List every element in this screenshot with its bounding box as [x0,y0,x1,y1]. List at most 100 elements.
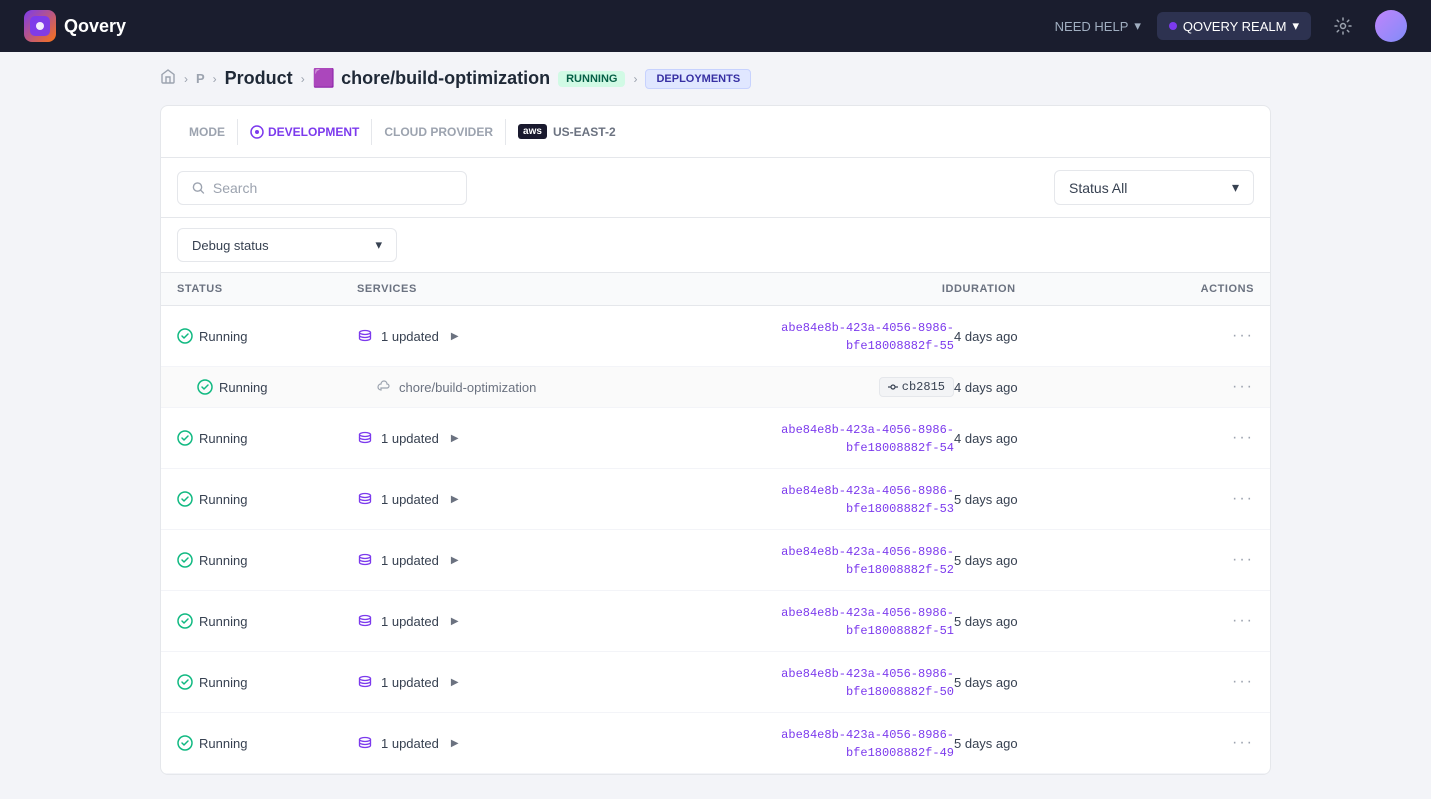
status-cell: Running [177,735,357,751]
logo[interactable]: Qovery [24,10,126,42]
database-icon [357,430,373,446]
home-icon[interactable] [160,68,176,89]
service-label: 1 updated [381,492,439,507]
breadcrumb-separator-2: › [213,72,217,86]
services-cell: chore/build-optimization [377,380,754,395]
table-row[interactable]: Running 1 updated ▶ abe84e8b-423a-4056-8… [161,408,1270,469]
services-cell: 1 updated ▶ [357,674,754,690]
breadcrumb-service-name[interactable]: chore/build-optimization [341,68,550,89]
th-actions: ACTIONS [1134,283,1254,295]
check-icon [177,328,193,344]
table-row[interactable]: Running chore/build-optimization cb2815 … [161,367,1270,408]
more-actions-button[interactable]: ··· [1232,378,1254,396]
more-actions-button[interactable]: ··· [1232,734,1254,752]
settings-button[interactable] [1327,10,1359,42]
expand-button[interactable]: ▶ [447,614,463,629]
status-text: Running [199,675,247,690]
actions-cell: ··· [1134,673,1254,691]
table-row[interactable]: Running 1 updated ▶ abe84e8b-423a-4056-8… [161,469,1270,530]
expand-button[interactable]: ▶ [447,492,463,507]
expand-button[interactable]: ▶ [447,736,463,751]
nav-right: NEED HELP ▾ QOVERY REALM ▾ [1055,10,1407,42]
status-dropdown[interactable]: Status All ▾ [1054,170,1254,205]
id-cell: abe84e8b-423a-4056-8986-bfe18008882f-53 [754,481,954,517]
breadcrumb-separator-3: › [301,72,305,86]
actions-cell: ··· [1134,327,1254,345]
search-input[interactable] [213,180,452,196]
th-duration: DURATION [954,283,1134,295]
actions-cell: ··· [1134,734,1254,752]
status-text: Running [199,614,247,629]
duration-cell: 5 days ago [954,492,1134,507]
table-row[interactable]: Running 1 updated ▶ abe84e8b-423a-4056-8… [161,530,1270,591]
status-text: Running [199,492,247,507]
id-cell: abe84e8b-423a-4056-8986-bfe18008882f-50 [754,664,954,700]
more-actions-button[interactable]: ··· [1232,490,1254,508]
check-icon [177,613,193,629]
search-box[interactable] [177,171,467,205]
id-cell: cb2815 [754,377,954,397]
actions-cell: ··· [1134,429,1254,447]
database-icon [357,674,373,690]
more-actions-button[interactable]: ··· [1232,327,1254,345]
realm-dot-icon [1169,22,1177,30]
table-row[interactable]: Running 1 updated ▶ abe84e8b-423a-4056-8… [161,591,1270,652]
realm-button[interactable]: QOVERY REALM ▾ [1157,12,1311,40]
expand-button[interactable]: ▶ [447,431,463,446]
breadcrumb-project-name[interactable]: Product [225,68,293,89]
need-help-button[interactable]: NEED HELP ▾ [1055,18,1141,34]
services-cell: 1 updated ▶ [357,328,754,344]
table-header: STATUS SERVICES ID DURATION ACTIONS [161,273,1270,306]
kubernetes-icon [250,125,264,139]
deployment-id[interactable]: abe84e8b-423a-4056-8986-bfe18008882f-50 [781,667,954,699]
check-icon [177,674,193,690]
expand-button[interactable]: ▶ [447,329,463,344]
filter-development[interactable]: DEVELOPMENT [238,119,372,145]
git-icon [888,382,898,392]
debug-row: Debug status ▾ [161,218,1270,273]
deployment-id[interactable]: abe84e8b-423a-4056-8986-bfe18008882f-51 [781,606,954,638]
breadcrumb-separator-4: › [633,72,637,86]
more-actions-button[interactable]: ··· [1232,551,1254,569]
filters-row: MODE DEVELOPMENT CLOUD PROVIDER aws US-E… [161,106,1270,158]
duration-cell: 4 days ago [954,431,1134,446]
deployment-id[interactable]: abe84e8b-423a-4056-8986-bfe18008882f-54 [781,423,954,455]
breadcrumb-service: 🟪 chore/build-optimization [313,68,550,89]
top-navigation: Qovery NEED HELP ▾ QOVERY REALM ▾ [0,0,1431,52]
status-badge: RUNNING [558,71,625,87]
service-emoji-icon: 🟪 [313,68,335,89]
actions-cell: ··· [1134,612,1254,630]
database-icon [357,491,373,507]
expand-button[interactable]: ▶ [447,553,463,568]
service-label: 1 updated [381,736,439,751]
service-label: 1 updated [381,553,439,568]
cloud-icon [377,380,391,394]
deployment-id[interactable]: abe84e8b-423a-4056-8986-bfe18008882f-52 [781,545,954,577]
avatar[interactable] [1375,10,1407,42]
more-actions-button[interactable]: ··· [1232,673,1254,691]
check-icon [177,552,193,568]
more-actions-button[interactable]: ··· [1232,429,1254,447]
expand-button[interactable]: ▶ [447,675,463,690]
status-text: Running [199,431,247,446]
table-row[interactable]: Running 1 updated ▶ abe84e8b-423a-4056-8… [161,652,1270,713]
deployment-id[interactable]: abe84e8b-423a-4056-8986-bfe18008882f-55 [781,321,954,353]
filter-region[interactable]: aws US-EAST-2 [506,118,628,145]
search-icon [192,181,205,195]
deployment-id[interactable]: abe84e8b-423a-4056-8986-bfe18008882f-53 [781,484,954,516]
status-cell: Running [177,674,357,690]
table-row[interactable]: Running 1 updated ▶ abe84e8b-423a-4056-8… [161,713,1270,774]
service-name[interactable]: chore/build-optimization [399,380,536,395]
breadcrumb-p-label: P [196,71,205,86]
id-cell: abe84e8b-423a-4056-8986-bfe18008882f-51 [754,603,954,639]
debug-status-button[interactable]: Debug status ▾ [177,228,397,262]
th-services: SERVICES [357,283,754,295]
status-text: Running [199,553,247,568]
aws-badge: aws [518,124,547,139]
duration-cell: 5 days ago [954,675,1134,690]
more-actions-button[interactable]: ··· [1232,612,1254,630]
deployments-badge[interactable]: DEPLOYMENTS [645,69,751,89]
deployment-id[interactable]: abe84e8b-423a-4056-8986-bfe18008882f-49 [781,728,954,760]
chevron-down-icon: ▾ [1232,179,1239,196]
table-row[interactable]: Running 1 updated ▶ abe84e8b-423a-4056-8… [161,306,1270,367]
